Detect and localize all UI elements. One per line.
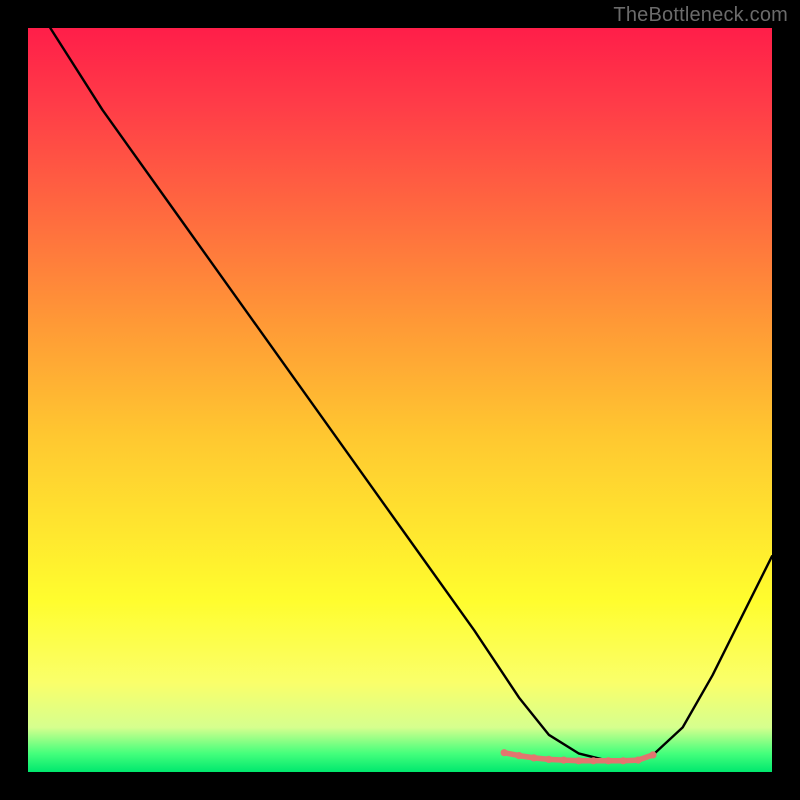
sweet-spot-dot [560,757,567,764]
sweet-spot-dot [620,757,627,764]
sweet-spot-dot [649,751,656,758]
sweet-spot-group [501,749,657,764]
bottleneck-curve-path [28,0,772,761]
sweet-spot-dot [605,757,612,764]
sweet-spot-dot [590,757,597,764]
sweet-spot-dot [545,756,552,763]
sweet-spot-dot [575,757,582,764]
chart-frame: TheBottleneck.com [0,0,800,800]
sweet-spot-dot [635,757,642,764]
sweet-spot-dot [501,749,508,756]
plot-area [28,28,772,772]
watermark-text: TheBottleneck.com [613,4,788,27]
sweet-spot-dot [530,754,537,761]
sweet-spot-dot [515,752,522,759]
curve-svg [28,28,772,772]
